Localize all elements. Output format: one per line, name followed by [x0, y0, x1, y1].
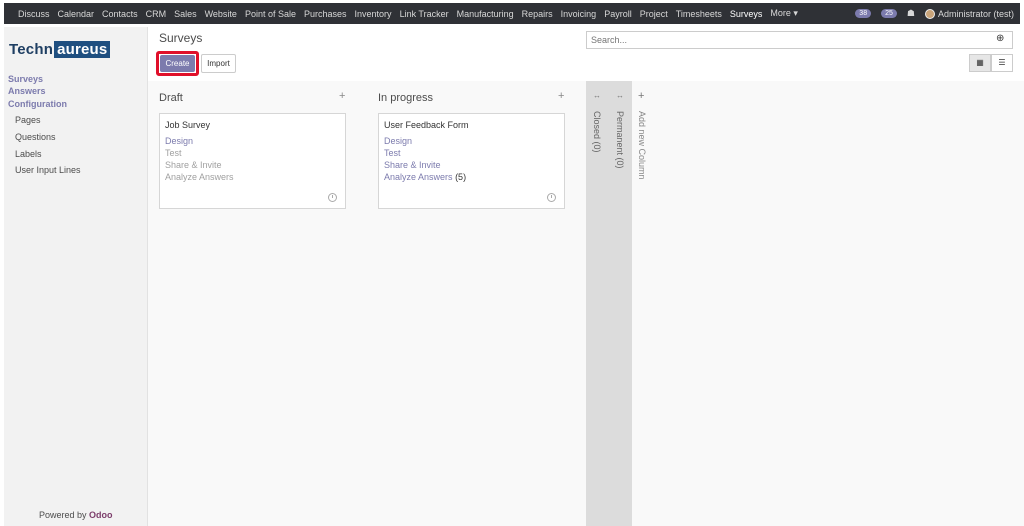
company-logo: Techn aureus: [9, 41, 111, 58]
menu-surveys[interactable]: Surveys: [730, 9, 763, 19]
menu-calendar[interactable]: Calendar: [58, 9, 95, 19]
card-link-analyze-answers[interactable]: Analyze Answers: [165, 171, 340, 183]
card-link-design[interactable]: Design: [165, 135, 340, 147]
sidebar-item-answers[interactable]: Answers: [8, 86, 46, 96]
import-button[interactable]: Import: [201, 54, 236, 73]
card-link-test[interactable]: Test: [165, 147, 340, 159]
sidebar: Techn aureus Surveys Answers Configuratio…: [4, 27, 148, 526]
card-link-analyze-answers-row[interactable]: Analyze Answers (5): [384, 171, 559, 183]
bug-icon[interactable]: ☗: [907, 8, 915, 19]
card-link-design[interactable]: Design: [384, 135, 559, 147]
column-add-icon[interactable]: +: [339, 90, 345, 102]
folded-column-label: Permanent (0): [615, 111, 625, 169]
card-title: Job Survey: [165, 120, 211, 130]
menu-purchases[interactable]: Purchases: [304, 9, 347, 19]
column-add-icon[interactable]: +: [558, 90, 564, 102]
add-column-plus-icon[interactable]: +: [638, 90, 644, 102]
survey-card-job-survey[interactable]: Job Survey Design Test Share & Invite An…: [159, 113, 346, 209]
menu-invoicing[interactable]: Invoicing: [561, 9, 597, 19]
answer-count: (5): [455, 172, 467, 182]
logo-text: Techn: [9, 41, 54, 58]
user-avatar[interactable]: [924, 8, 935, 19]
search-input[interactable]: [586, 31, 1013, 49]
clock-icon[interactable]: [328, 193, 337, 202]
odoo-link[interactable]: Odoo: [89, 510, 113, 520]
survey-card-user-feedback[interactable]: User Feedback Form Design Test Share & I…: [378, 113, 565, 209]
clock-icon[interactable]: [547, 193, 556, 202]
search-icon[interactable]: ⊕: [996, 33, 1004, 44]
powered-by: Powered by Odoo: [39, 510, 113, 520]
kanban-view-icon[interactable]: ▦: [969, 54, 991, 72]
card-link-share-invite[interactable]: Share & Invite: [165, 159, 340, 171]
messages-badge[interactable]: 25: [881, 9, 897, 18]
expand-arrows-icon: ↔: [616, 91, 624, 100]
folded-column-permanent[interactable]: ↔ Permanent (0): [609, 81, 632, 526]
menu-sales[interactable]: Sales: [174, 9, 197, 19]
folded-column-label: Closed (0): [592, 111, 602, 153]
card-title: User Feedback Form: [384, 120, 469, 130]
expand-arrows-icon: ↔: [593, 91, 601, 100]
menu-inventory[interactable]: Inventory: [355, 9, 392, 19]
menu-payroll[interactable]: Payroll: [604, 9, 632, 19]
menu-project[interactable]: Project: [640, 9, 668, 19]
menu-website[interactable]: Website: [205, 9, 237, 19]
card-link-test[interactable]: Test: [384, 147, 559, 159]
app-menu-bar: Discuss Calendar Contacts CRM Sales Webs…: [4, 3, 1020, 24]
sidebar-item-labels[interactable]: Labels: [15, 149, 42, 159]
menu-more[interactable]: More ▾: [770, 8, 798, 19]
top-navbar: Discuss Calendar Contacts CRM Sales Webs…: [0, 0, 1024, 27]
folded-column-closed[interactable]: ↔ Closed (0): [586, 81, 609, 526]
activity-badge[interactable]: 38: [855, 9, 872, 18]
create-button[interactable]: Create: [160, 55, 195, 72]
sidebar-item-user-input-lines[interactable]: User Input Lines: [15, 165, 81, 175]
column-title-draft: Draft: [159, 92, 183, 104]
systray: 38 25 ☗ Administrator (test): [855, 3, 1014, 24]
list-view-icon[interactable]: ☰: [991, 54, 1013, 72]
card-link-share-invite[interactable]: Share & Invite: [384, 159, 559, 171]
menu-repairs[interactable]: Repairs: [522, 9, 553, 19]
sidebar-item-questions[interactable]: Questions: [15, 132, 56, 142]
powered-prefix: Powered by: [39, 510, 87, 520]
sidebar-item-surveys[interactable]: Surveys: [8, 74, 43, 84]
kanban-board: Draft + Job Survey Design Test Share & I…: [148, 81, 1024, 526]
menu-link-tracker[interactable]: Link Tracker: [400, 9, 449, 19]
column-title-in-progress: In progress: [378, 92, 434, 104]
menu-timesheets[interactable]: Timesheets: [676, 9, 722, 19]
card-link-analyze-answers[interactable]: Analyze Answers: [384, 172, 453, 182]
sidebar-item-configuration[interactable]: Configuration: [8, 99, 67, 109]
sidebar-item-pages[interactable]: Pages: [15, 115, 41, 125]
menu-manufacturing[interactable]: Manufacturing: [457, 9, 514, 19]
view-switcher: ▦ ☰: [969, 54, 1013, 72]
menu-discuss[interactable]: Discuss: [18, 9, 50, 19]
logo-box-text: aureus: [54, 41, 111, 58]
page-title: Surveys: [159, 31, 203, 45]
menu-point-of-sale[interactable]: Point of Sale: [245, 9, 296, 19]
add-new-column[interactable]: Add new Column: [637, 111, 647, 180]
menu-crm[interactable]: CRM: [146, 9, 167, 19]
menu-contacts[interactable]: Contacts: [102, 9, 138, 19]
user-menu[interactable]: Administrator (test): [938, 9, 1014, 19]
